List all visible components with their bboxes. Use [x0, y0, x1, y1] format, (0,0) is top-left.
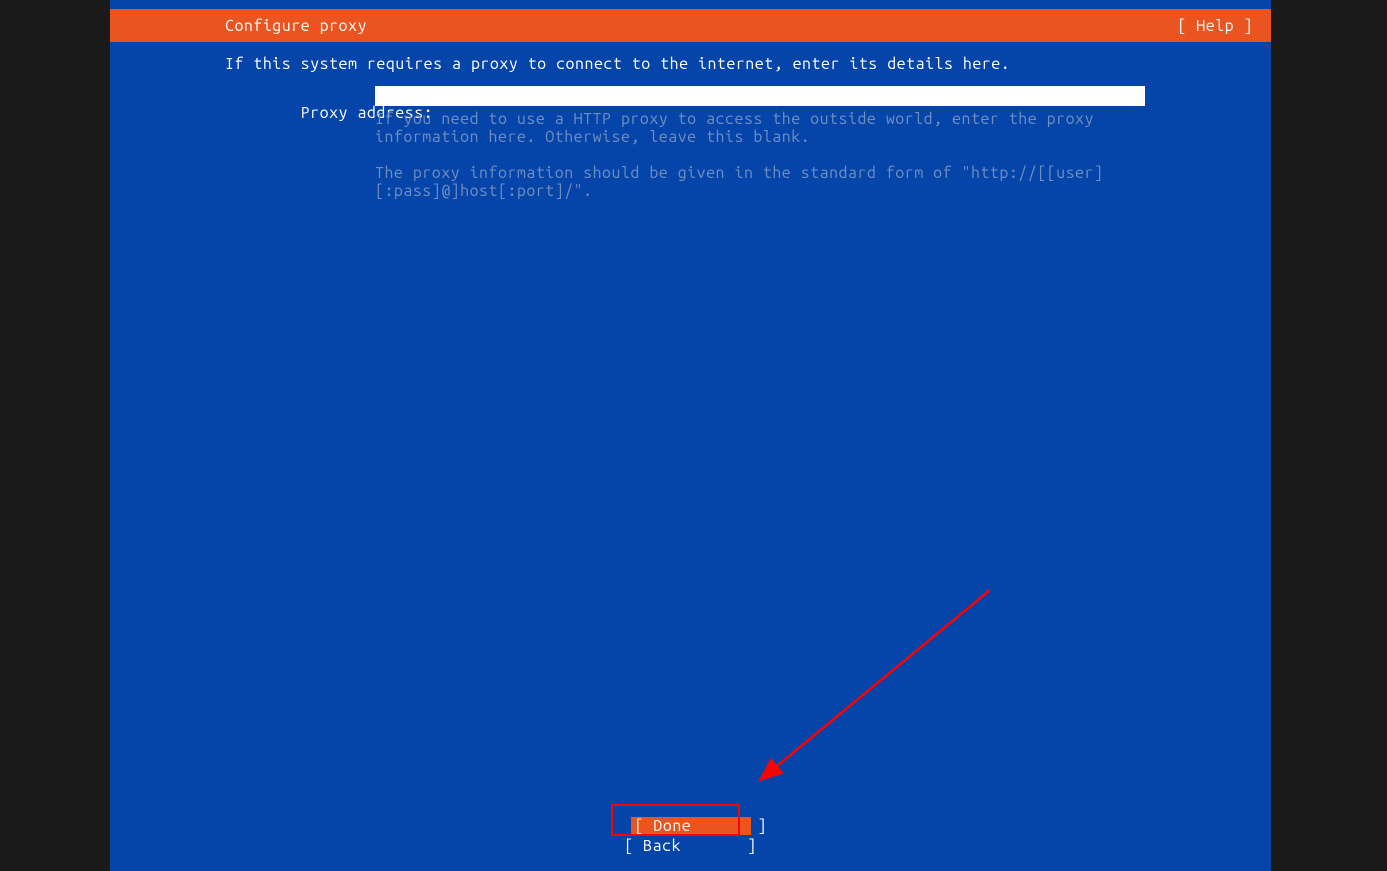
page-title: Configure proxy: [225, 17, 367, 35]
footer-buttons: [ Done ] [ Back ]: [110, 817, 1271, 855]
header-pad: [110, 0, 1271, 9]
installer-console: Configure proxy [ Help ] If this system …: [110, 0, 1271, 871]
proxy-address-input[interactable]: [375, 86, 1145, 106]
title-bar: Configure proxy [ Help ]: [110, 9, 1271, 42]
proxy-hint-2: The proxy information should be given in…: [375, 164, 1145, 200]
back-button[interactable]: [ Back ]: [110, 835, 1271, 855]
help-button[interactable]: [ Help ]: [1177, 17, 1253, 35]
proxy-hint-1: If you need to use a HTTP proxy to acces…: [375, 110, 1145, 146]
form-body: If this system requires a proxy to conne…: [110, 42, 1271, 200]
intro-text: If this system requires a proxy to conne…: [225, 52, 1010, 76]
done-button[interactable]: [ Done ]: [631, 817, 751, 835]
